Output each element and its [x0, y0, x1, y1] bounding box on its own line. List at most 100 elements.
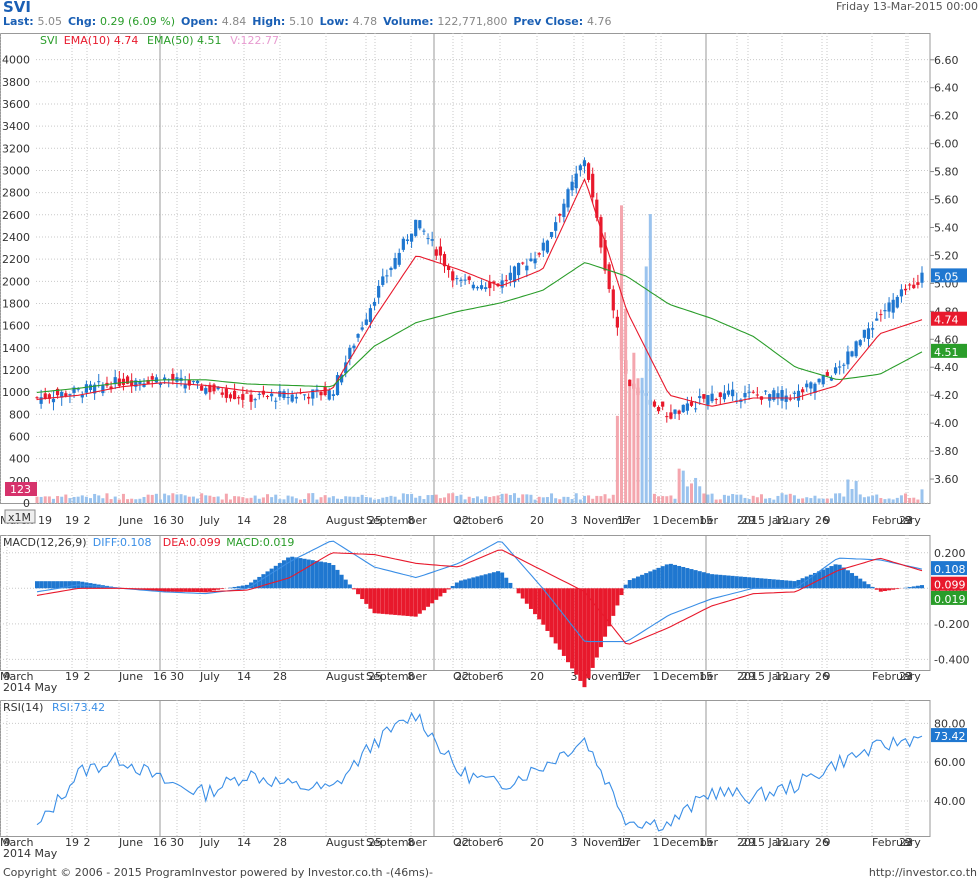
candle-body [895, 296, 899, 308]
volume-bar [821, 498, 825, 503]
macd-bar [771, 579, 776, 589]
volume-bar [805, 497, 809, 503]
x-axis-label: 30 [170, 836, 184, 849]
x-axis-label: 19 [65, 670, 79, 683]
candle-body [195, 380, 200, 384]
macd-bar [541, 588, 546, 625]
candle-body [611, 289, 615, 311]
candle-body [471, 284, 475, 289]
diff-tag-label: 0.108 [934, 563, 966, 576]
candle-body [377, 285, 381, 298]
macd-bar [430, 588, 435, 604]
volume-bar [253, 495, 257, 503]
volume-bar [607, 498, 611, 503]
x-axis-label: 17 [617, 836, 631, 849]
volume-bar [632, 352, 636, 503]
volume-bar [801, 498, 805, 503]
volume-bar [624, 308, 628, 503]
x-axis-label: 2 [84, 514, 91, 527]
macd-bar [664, 564, 669, 589]
volume-bar [817, 498, 821, 503]
macd-bar [882, 588, 887, 592]
rsi-tick-label: 40.00 [934, 795, 966, 808]
candle-body [459, 279, 463, 281]
candle-body [607, 264, 611, 290]
volume-bar [389, 495, 393, 503]
price-tick-label: 3.80 [934, 445, 959, 458]
macd-bar [652, 569, 657, 589]
x-axis-label: 3 [571, 514, 578, 527]
candle-body [541, 242, 545, 251]
x-axis-label: 19 [65, 836, 79, 849]
x-axis-label: 14 [237, 670, 251, 683]
macd-bar [421, 588, 426, 611]
volume-tick-label: 1000 [2, 386, 30, 399]
volume-bar [846, 479, 850, 503]
candle-body [825, 372, 829, 376]
candle-body [702, 394, 706, 399]
x-axis-label: 28 [273, 836, 287, 849]
macd-bar [635, 576, 640, 589]
candle-body [726, 390, 731, 395]
macd-bar [458, 580, 463, 589]
volume-bar [615, 415, 619, 503]
rsi-legend: RSI(14) RSI:73.42 [3, 701, 105, 714]
macd-bar [463, 579, 468, 589]
candle-body [117, 378, 121, 386]
macd-bar [323, 562, 328, 589]
volume-bar [414, 497, 418, 503]
macd-bar [697, 571, 702, 589]
macd-bar [220, 588, 225, 590]
volume-bar [595, 495, 599, 503]
price-tick-label: 5.80 [934, 166, 959, 179]
macd-bar [825, 567, 830, 589]
legend-entry: RSI(14) [3, 701, 43, 714]
macd-bar [549, 588, 554, 638]
dea-tag-label: 0.099 [934, 579, 966, 592]
candle-body [681, 404, 685, 413]
macd-bar [586, 588, 591, 679]
volume-bar [488, 496, 492, 503]
volume-bar [916, 499, 920, 503]
macd-bar [734, 576, 739, 589]
candle-body [805, 383, 809, 388]
macd-bar [504, 577, 509, 589]
volume-tick-label: 3200 [2, 142, 30, 155]
volume-bar [249, 497, 253, 503]
macd-tick-label: -0.400 [934, 653, 969, 666]
volume-bar [566, 496, 570, 503]
volume-bar [266, 494, 270, 503]
macd-bar [668, 563, 673, 589]
volume-bar [142, 496, 146, 503]
x-axis-label: 9 [824, 670, 831, 683]
candle-body [731, 389, 735, 397]
candle-body [661, 401, 665, 407]
candle-body [833, 367, 838, 374]
candle-body [163, 377, 167, 380]
volume-bar [854, 480, 858, 503]
price-tick-label: 6.20 [934, 110, 959, 123]
candle-body [261, 390, 265, 395]
candle-body [479, 285, 484, 289]
volume-bar [134, 499, 138, 503]
price-tick-label: 6.00 [934, 138, 959, 151]
candle-body [224, 388, 228, 398]
macd-bar [533, 588, 538, 615]
candle-body [323, 386, 327, 396]
volume-tick-label: 0 [23, 497, 30, 510]
volume-bar [154, 493, 158, 503]
candle-body [463, 279, 467, 281]
candle-body [200, 385, 204, 391]
macd-bar [681, 566, 686, 589]
volume-bar [356, 496, 360, 503]
macd-bar [705, 573, 710, 589]
macd-bar [751, 577, 756, 589]
candle-body [484, 287, 488, 290]
macd-bar [216, 588, 221, 590]
candle-body [912, 284, 916, 289]
x-axis-label: 6 [497, 514, 504, 527]
candle-body [850, 351, 854, 357]
x-axis-label: 20 [530, 514, 544, 527]
macd-bar [648, 571, 653, 589]
volume-bar [484, 496, 488, 503]
